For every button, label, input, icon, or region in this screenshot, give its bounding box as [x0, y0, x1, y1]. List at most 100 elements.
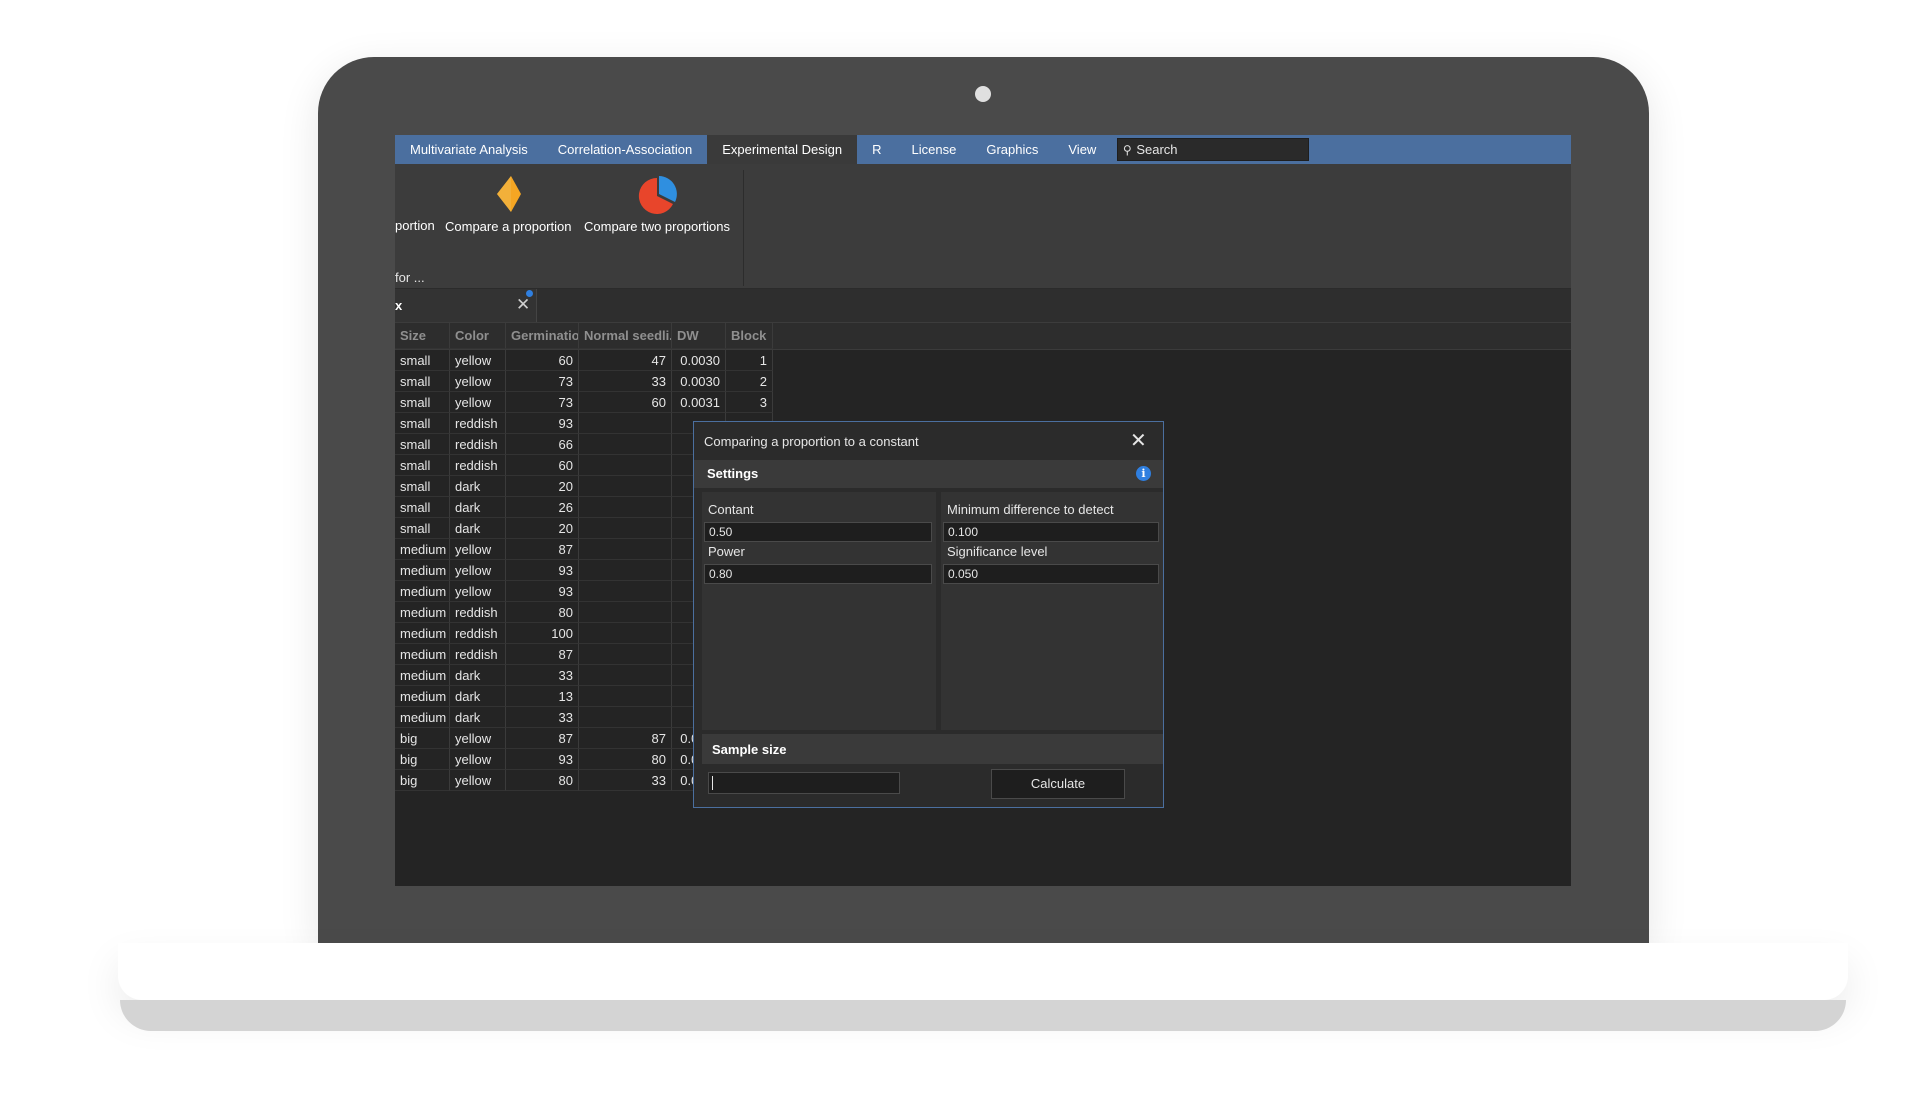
column-header-color[interactable]: Color — [450, 323, 506, 349]
table-cell[interactable]: big — [395, 770, 450, 791]
table-cell[interactable]: reddish — [450, 413, 506, 434]
table-cell[interactable]: medium — [395, 581, 450, 602]
table-cell[interactable] — [579, 455, 672, 476]
table-cell[interactable]: small — [395, 371, 450, 392]
table-cell[interactable]: dark — [450, 707, 506, 728]
table-cell[interactable]: 60 — [579, 392, 672, 413]
column-header-size[interactable]: Size — [395, 323, 450, 349]
table-cell[interactable]: 100 — [506, 623, 579, 644]
table-cell[interactable]: dark — [450, 497, 506, 518]
table-cell[interactable] — [579, 581, 672, 602]
table-cell[interactable]: 20 — [506, 476, 579, 497]
table-cell[interactable]: dark — [450, 518, 506, 539]
sample-size-input[interactable] — [708, 772, 900, 794]
table-cell[interactable]: small — [395, 518, 450, 539]
table-cell[interactable]: yellow — [450, 581, 506, 602]
table-cell[interactable]: yellow — [450, 749, 506, 770]
table-cell[interactable]: medium — [395, 644, 450, 665]
ribbon-partial-button[interactable]: portion — [395, 182, 435, 233]
table-cell[interactable]: small — [395, 434, 450, 455]
table-cell[interactable]: small — [395, 392, 450, 413]
menu-graphics[interactable]: Graphics — [971, 135, 1053, 164]
min-difference-input[interactable] — [943, 522, 1159, 542]
table-cell[interactable]: 93 — [506, 413, 579, 434]
table-cell[interactable]: big — [395, 749, 450, 770]
table-cell[interactable]: 33 — [579, 371, 672, 392]
table-cell[interactable]: small — [395, 476, 450, 497]
info-icon[interactable]: i — [1136, 466, 1151, 481]
table-cell[interactable] — [579, 623, 672, 644]
table-cell[interactable]: 80 — [579, 749, 672, 770]
table-cell[interactable] — [579, 413, 672, 434]
menu-correlation-association[interactable]: Correlation-Association — [543, 135, 707, 164]
table-cell[interactable]: reddish — [450, 434, 506, 455]
table-cell[interactable] — [579, 518, 672, 539]
table-cell[interactable] — [579, 560, 672, 581]
table-cell[interactable]: reddish — [450, 623, 506, 644]
table-cell[interactable] — [579, 434, 672, 455]
column-header-dw[interactable]: DW — [672, 323, 726, 349]
table-cell[interactable]: yellow — [450, 350, 506, 371]
table-cell[interactable]: big — [395, 728, 450, 749]
table-cell[interactable]: 26 — [506, 497, 579, 518]
column-header-normal-seedli[interactable]: Normal seedli... — [579, 323, 672, 349]
table-cell[interactable]: 80 — [506, 602, 579, 623]
table-cell[interactable] — [579, 476, 672, 497]
search-input[interactable]: ⚲ Search — [1117, 138, 1310, 161]
table-cell[interactable]: dark — [450, 686, 506, 707]
table-cell[interactable]: medium — [395, 602, 450, 623]
table-cell[interactable]: 60 — [506, 350, 579, 371]
table-cell[interactable]: yellow — [450, 560, 506, 581]
table-cell[interactable]: reddish — [450, 602, 506, 623]
table-cell[interactable]: yellow — [450, 392, 506, 413]
table-cell[interactable]: medium — [395, 707, 450, 728]
table-cell[interactable]: 2 — [726, 371, 773, 392]
menu-experimental-design[interactable]: Experimental Design — [707, 135, 858, 164]
table-cell[interactable]: dark — [450, 665, 506, 686]
table-cell[interactable]: medium — [395, 539, 450, 560]
table-cell[interactable]: medium — [395, 665, 450, 686]
table-cell[interactable]: 93 — [506, 749, 579, 770]
table-cell[interactable]: 33 — [506, 665, 579, 686]
table-cell[interactable]: medium — [395, 686, 450, 707]
table-cell[interactable]: reddish — [450, 455, 506, 476]
table-cell[interactable] — [579, 539, 672, 560]
table-cell[interactable]: 0.0031 — [672, 392, 726, 413]
column-header-germination[interactable]: Germination — [506, 323, 579, 349]
table-cell[interactable]: 3 — [726, 392, 773, 413]
table-cell[interactable]: 13 — [506, 686, 579, 707]
menu-license[interactable]: License — [897, 135, 972, 164]
column-header-block[interactable]: Block — [726, 323, 773, 349]
table-cell[interactable]: yellow — [450, 770, 506, 791]
table-cell[interactable]: 73 — [506, 371, 579, 392]
table-cell[interactable] — [579, 707, 672, 728]
table-cell[interactable]: 60 — [506, 455, 579, 476]
table-cell[interactable]: medium — [395, 560, 450, 581]
table-cell[interactable]: yellow — [450, 539, 506, 560]
table-cell[interactable]: 33 — [579, 770, 672, 791]
menu-view[interactable]: View — [1053, 135, 1111, 164]
table-cell[interactable] — [579, 665, 672, 686]
menu-multivariate-analysis[interactable]: Multivariate Analysis — [395, 135, 543, 164]
table-cell[interactable]: small — [395, 455, 450, 476]
menu-r[interactable]: R — [857, 135, 896, 164]
significance-input[interactable] — [943, 564, 1159, 584]
table-cell[interactable]: 87 — [506, 728, 579, 749]
table-cell[interactable]: 87 — [506, 539, 579, 560]
table-cell[interactable]: 20 — [506, 518, 579, 539]
table-cell[interactable] — [579, 497, 672, 518]
table-cell[interactable]: small — [395, 497, 450, 518]
table-cell[interactable] — [579, 686, 672, 707]
close-icon[interactable]: ✕ — [516, 295, 530, 315]
table-cell[interactable]: 0.0030 — [672, 350, 726, 371]
table-cell[interactable]: medium — [395, 623, 450, 644]
table-cell[interactable]: small — [395, 413, 450, 434]
contant-input[interactable] — [704, 522, 932, 542]
table-cell[interactable]: yellow — [450, 371, 506, 392]
document-tab[interactable]: x ✕ — [395, 289, 537, 322]
table-cell[interactable] — [579, 602, 672, 623]
table-cell[interactable]: dark — [450, 476, 506, 497]
table-cell[interactable]: 87 — [579, 728, 672, 749]
table-cell[interactable] — [579, 644, 672, 665]
compare-proportion-button[interactable]: Compare a proportion — [445, 174, 571, 234]
